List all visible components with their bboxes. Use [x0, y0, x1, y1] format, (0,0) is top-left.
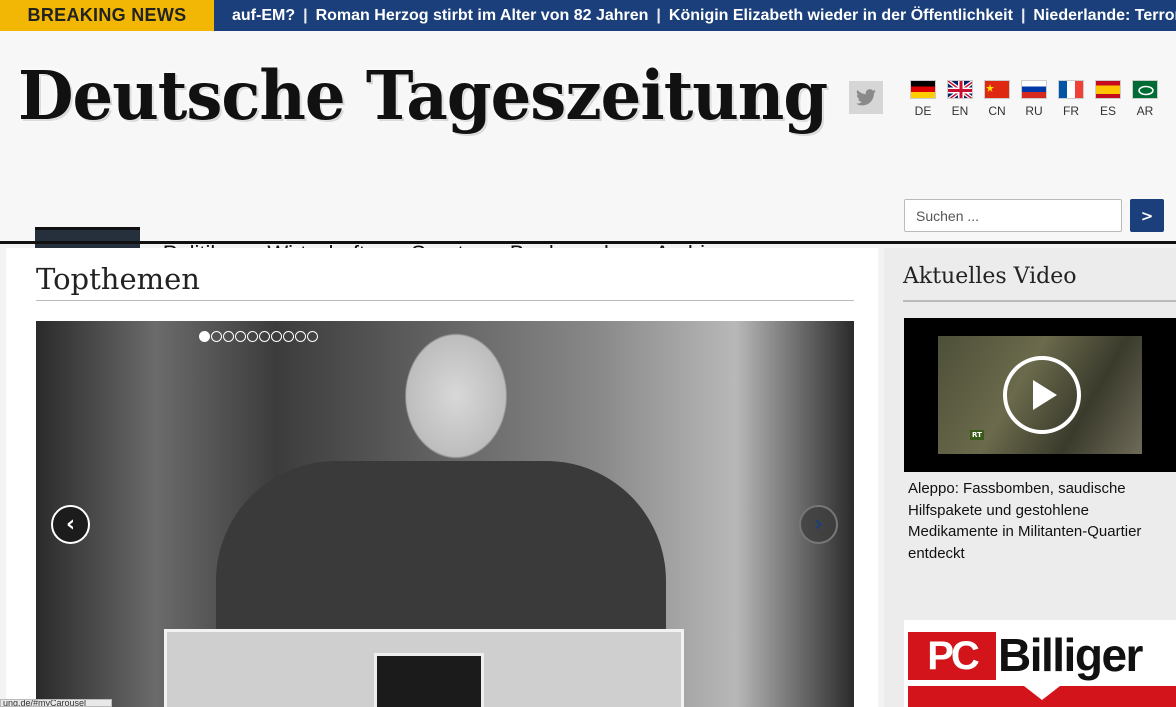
uk-flag-icon	[947, 80, 973, 99]
section-title: Topthemen	[36, 262, 200, 296]
breaking-news-bar: BREAKING NEWS auf-EM? | Roman Herzog stir…	[0, 0, 1176, 31]
section-divider	[36, 300, 854, 301]
saudi-flag-icon	[1132, 80, 1158, 99]
video-caption-link[interactable]: Aleppo: Fassbomben, saudische Hilfspaket…	[908, 478, 1170, 564]
lang-code: ES	[1099, 104, 1116, 118]
carousel-dot[interactable]	[223, 331, 234, 342]
video-player[interactable]: RT	[904, 318, 1176, 472]
lang-fr[interactable]: FR	[1057, 80, 1085, 118]
carousel-dot[interactable]	[259, 331, 270, 342]
china-flag-icon	[984, 80, 1010, 99]
lang-code: EN	[951, 104, 969, 118]
lang-code: RU	[1025, 104, 1043, 118]
ticker-item[interactable]: Niederlande: Terror bei Eisschr	[1027, 7, 1176, 25]
lang-en[interactable]: EN	[946, 80, 974, 118]
sidebar-divider	[903, 300, 1176, 302]
ticker-separator: |	[656, 6, 661, 24]
carousel-dot[interactable]	[211, 331, 222, 342]
lang-es[interactable]: ES	[1094, 80, 1122, 118]
carousel-dot[interactable]	[199, 331, 210, 342]
carousel-dot[interactable]	[307, 331, 318, 342]
ticker-item[interactable]: auf-EM?	[226, 7, 301, 25]
germany-flag-icon	[910, 80, 936, 99]
nav-divider	[0, 241, 1176, 244]
carousel-next-button[interactable]: ›	[799, 505, 838, 544]
ticker-item[interactable]: Roman Herzog stirbt im Alter von 82 Jahr…	[310, 7, 655, 25]
lang-code: CN	[988, 104, 1006, 118]
search-button[interactable]: >	[1130, 199, 1164, 232]
ad-pc-logo: PC	[908, 632, 996, 680]
lang-de[interactable]: DE	[909, 80, 937, 118]
top-stories-carousel[interactable]: ‹ ›	[36, 321, 854, 707]
search-input[interactable]: Suchen ...	[904, 199, 1122, 232]
carousel-dot[interactable]	[295, 331, 306, 342]
breaking-news-label: BREAKING NEWS	[0, 0, 214, 31]
advertisement-banner[interactable]: PC Billiger	[904, 620, 1176, 707]
lang-ru[interactable]: RU	[1020, 80, 1048, 118]
browser-status-url: ung.de/#myCarousel	[0, 699, 112, 707]
site-logo[interactable]: Deutsche Tageszeitung	[18, 57, 828, 136]
lang-cn[interactable]: CN	[983, 80, 1011, 118]
carousel-dot[interactable]	[247, 331, 258, 342]
carousel-image-eagle	[374, 653, 484, 707]
language-switcher: DE EN CN RU FR ES AR	[909, 80, 1159, 118]
lang-code: DE	[914, 104, 932, 118]
carousel-indicators	[199, 331, 318, 342]
chevron-down-icon	[1024, 686, 1060, 700]
video-channel-badge: RT	[970, 430, 984, 440]
carousel-dot[interactable]	[235, 331, 246, 342]
lang-code: FR	[1063, 104, 1079, 118]
spain-flag-icon	[1095, 80, 1121, 99]
ticker-separator: |	[1020, 6, 1026, 24]
sidebar-title: Aktuelles Video	[903, 264, 1077, 289]
news-ticker: auf-EM? | Roman Herzog stirbt im Alter vo…	[214, 7, 1176, 25]
france-flag-icon	[1058, 80, 1084, 99]
carousel-dot[interactable]	[283, 331, 294, 342]
play-icon[interactable]	[1003, 356, 1081, 434]
carousel-dot[interactable]	[271, 331, 282, 342]
twitter-icon[interactable]	[849, 81, 883, 114]
russia-flag-icon	[1021, 80, 1047, 99]
ad-brand-text: Billiger	[998, 629, 1143, 681]
carousel-prev-button[interactable]: ‹	[51, 505, 90, 544]
ticker-item[interactable]: Königin Elizabeth wieder in der Öffentli…	[663, 7, 1019, 25]
lang-ar[interactable]: AR	[1131, 80, 1159, 118]
ticker-separator: |	[303, 6, 308, 24]
main-content: Topthemen ‹ ›	[6, 248, 878, 707]
lang-code: AR	[1136, 104, 1154, 118]
